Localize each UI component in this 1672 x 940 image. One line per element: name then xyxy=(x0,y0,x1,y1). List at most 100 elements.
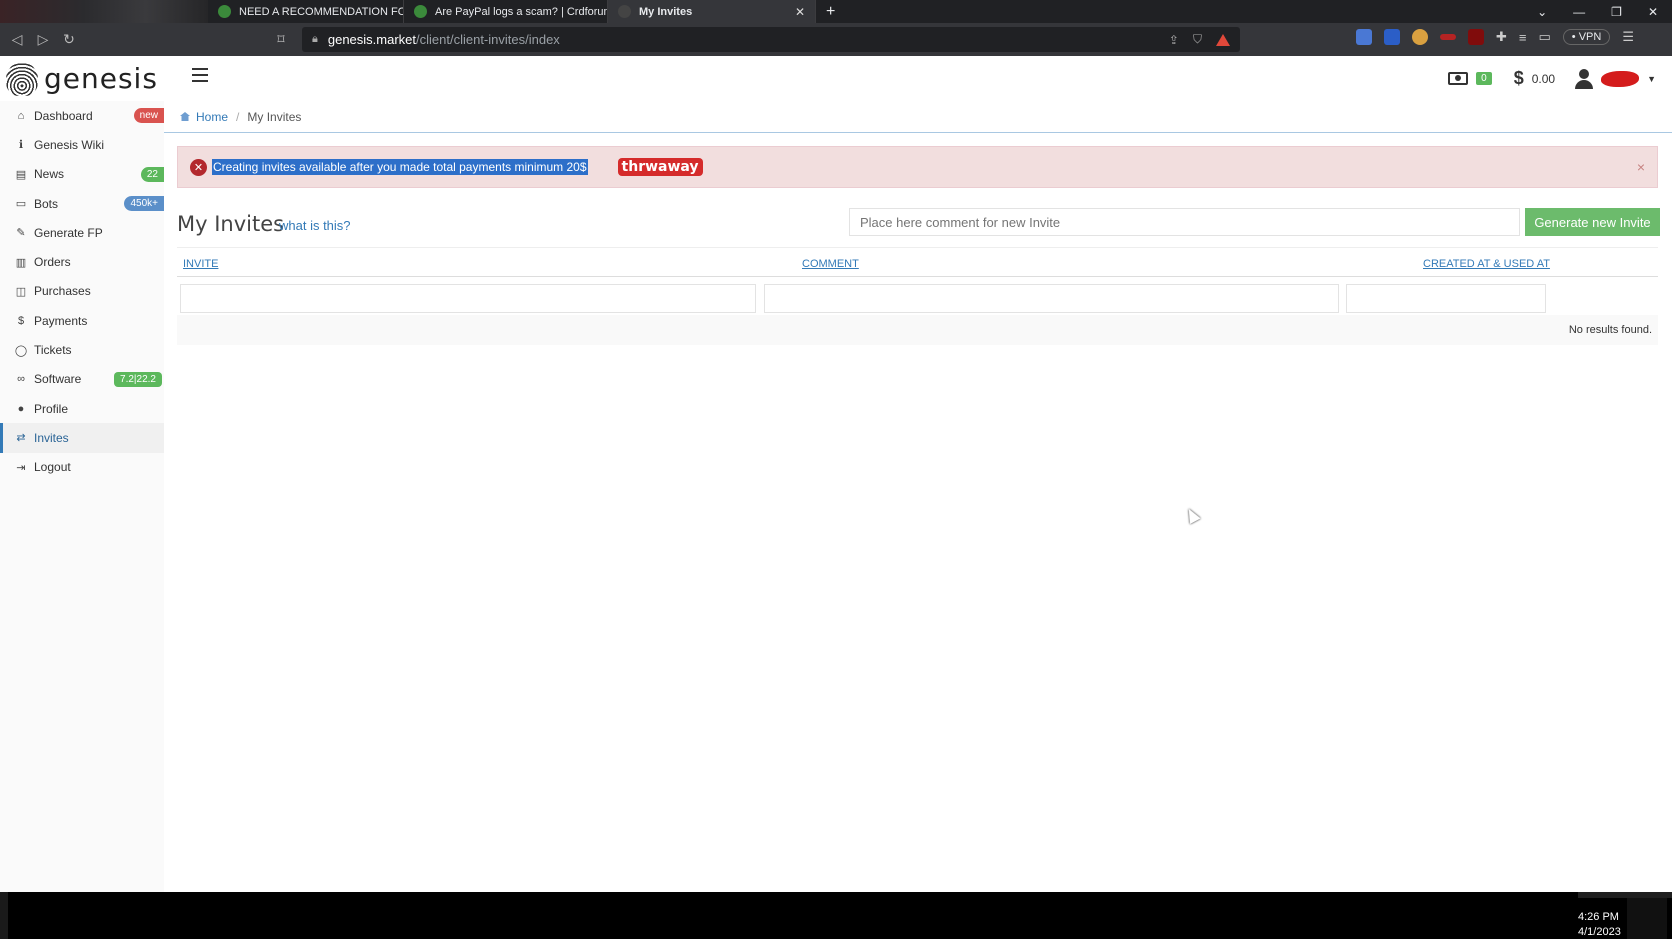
new-tab-button[interactable]: + xyxy=(816,3,845,21)
invites-grid: INVITE COMMENT CREATED AT & USED AT No r… xyxy=(177,247,1658,345)
sidebar-item-logout[interactable]: ⇥ Logout xyxy=(0,453,164,482)
vpn-button[interactable]: • VPN xyxy=(1562,29,1611,45)
magic-wand-icon: ✎ xyxy=(16,227,26,240)
sidebar-item-generate-fp[interactable]: ✎ Generate FP xyxy=(0,218,164,247)
grid-filter-row xyxy=(177,277,1658,315)
tab-title: Are PayPal logs a scam? | Crdforum | # xyxy=(435,5,607,18)
sidebar-item-orders[interactable]: ▥ Orders xyxy=(0,247,164,276)
breadcrumb-home[interactable]: Home xyxy=(180,110,228,124)
newspaper-icon: ▤ xyxy=(15,168,27,181)
sidebar-item-wiki[interactable]: ℹ Genesis Wiki xyxy=(0,130,164,159)
sidebar-item-label: Orders xyxy=(34,255,71,270)
browser-tab-1[interactable]: Are PayPal logs a scam? | Crdforum | # xyxy=(404,0,608,23)
invite-filter-input[interactable] xyxy=(180,284,756,313)
main-content: Home / My Invites ✕ Creating invites ava… xyxy=(164,101,1672,892)
what-is-this-link[interactable]: what is this? xyxy=(279,218,351,233)
browser-tab-bar: NEED A RECOMMENDATION FOR A S| Are PayPa… xyxy=(0,0,1672,23)
user-icon[interactable] xyxy=(1575,68,1594,89)
system-clock[interactable]: 4:26 PM 4/1/2023 xyxy=(1578,910,1621,940)
sidebar: ⌂ Dashboard new ℹ Genesis Wiki ▤ News 22… xyxy=(0,101,164,892)
bitwarden-extension-icon[interactable] xyxy=(1384,29,1400,45)
ublock-extension-icon[interactable] xyxy=(1468,29,1484,45)
clock-time: 4:26 PM xyxy=(1578,911,1619,923)
cash-count-badge: 0 xyxy=(1476,72,1492,85)
share-icon[interactable]: ⇪ xyxy=(1169,33,1179,47)
sidebar-toggle-icon[interactable] xyxy=(192,68,208,86)
close-tab-icon[interactable]: ✕ xyxy=(785,5,805,19)
window-controls: ⌄ — ❐ ✕ xyxy=(1537,5,1672,19)
generate-invite-button[interactable]: Generate new Invite xyxy=(1525,208,1660,236)
watermark-tag: thrwaway xyxy=(617,158,703,176)
minimize-icon[interactable]: — xyxy=(1573,5,1585,19)
restore-icon[interactable]: ❐ xyxy=(1611,5,1622,19)
translate-extension-icon[interactable] xyxy=(1356,29,1372,45)
redacted-extension-icon[interactable] xyxy=(1440,34,1456,40)
puzzle-icon[interactable]: ✚ xyxy=(1496,29,1507,45)
created-filter-input[interactable] xyxy=(1346,284,1546,313)
user-icon: ● xyxy=(17,402,25,415)
tab-title: NEED A RECOMMENDATION FOR A S| xyxy=(239,5,403,18)
title-row: My Invites what is this? Generate new In… xyxy=(177,208,1660,238)
alert-close-button[interactable]: × xyxy=(1637,159,1645,175)
sidebar-item-profile[interactable]: ● Profile xyxy=(0,394,164,423)
sidebar-item-payments[interactable]: $ Payments xyxy=(0,306,164,335)
url-bar[interactable]: 🔒︎ genesis.market/client/client-invites/… xyxy=(302,27,1240,52)
sidebar-item-dashboard[interactable]: ⌂ Dashboard new xyxy=(0,101,164,130)
empty-results: No results found. xyxy=(177,315,1658,345)
alert-message: Creating invites available after you mad… xyxy=(212,159,588,175)
site-favicon-icon xyxy=(218,5,231,18)
tab-title: My Invites xyxy=(639,5,693,18)
sidebar-item-label: Genesis Wiki xyxy=(34,137,105,152)
column-invite-sort[interactable]: INVITE xyxy=(183,258,218,270)
balance-value[interactable]: 0.00 xyxy=(1532,72,1555,86)
header-account-area: 0 $ 0.00 ▼ xyxy=(1448,68,1656,89)
comment-filter-input[interactable] xyxy=(764,284,1339,313)
sidebar-item-software[interactable]: ∞ Software 7.2|22.2 xyxy=(0,365,164,394)
column-comment-sort[interactable]: COMMENT xyxy=(802,258,859,270)
reload-icon[interactable]: ↻ xyxy=(56,31,82,48)
sidebar-item-news[interactable]: ▤ News 22 xyxy=(0,160,164,189)
brave-rewards-icon[interactable] xyxy=(1216,33,1230,46)
error-icon: ✕ xyxy=(190,158,207,176)
breadcrumb-current: My Invites xyxy=(247,109,302,124)
cash-icon[interactable] xyxy=(1448,72,1469,85)
sidebar-item-purchases[interactable]: ◫ Purchases xyxy=(0,277,164,306)
dollar-icon: $ xyxy=(1513,68,1524,88)
chevron-down-icon[interactable]: ▼ xyxy=(1647,74,1656,84)
cookie-extension-icon[interactable] xyxy=(1412,29,1428,45)
show-desktop-button[interactable] xyxy=(1627,898,1667,939)
menu-icon[interactable]: ☰ xyxy=(1622,29,1634,45)
browser-tab-0[interactable]: NEED A RECOMMENDATION FOR A S| xyxy=(208,0,404,23)
sidebar-item-label: Logout xyxy=(34,460,71,475)
url-host: genesis.market xyxy=(327,32,417,47)
mask-icon: ∞ xyxy=(17,373,25,386)
tab-search-icon[interactable]: ⌄ xyxy=(1537,5,1547,19)
forward-icon[interactable]: ▷ xyxy=(30,31,56,48)
site-logo[interactable]: genesis xyxy=(6,61,158,96)
breadcrumb-home-label: Home xyxy=(196,109,229,124)
brave-shield-icon[interactable]: ⛉ xyxy=(1193,32,1202,47)
sidebar-item-bots[interactable]: ▭ Bots 450k+ xyxy=(0,189,164,218)
sidebar-item-label: Tickets xyxy=(34,343,72,358)
taskbar-edge xyxy=(0,892,8,939)
close-window-icon[interactable]: ✕ xyxy=(1648,5,1658,19)
redacted-username[interactable] xyxy=(1601,70,1640,87)
invite-comment-input[interactable] xyxy=(849,208,1520,236)
sidebar-item-tickets[interactable]: ◯ Tickets xyxy=(0,335,164,364)
bots-count-badge: 450k+ xyxy=(124,196,164,212)
sign-out-icon: ⇥ xyxy=(16,461,26,474)
wallet-icon[interactable]: ▭ xyxy=(1539,29,1551,45)
home-icon xyxy=(180,112,190,121)
sidebar-item-label: Purchases xyxy=(34,284,91,299)
browser-tab-active[interactable]: My Invites ✕ xyxy=(608,0,816,23)
logo-text: genesis xyxy=(44,62,158,95)
sidebar-item-invites[interactable]: ⇄ Invites xyxy=(0,423,164,453)
web-page: genesis 0 $ 0.00 ▼ ⌂ Dashboard new ℹ Gen… xyxy=(0,56,1672,892)
column-created-sort[interactable]: CREATED AT & USED AT xyxy=(1423,258,1550,270)
new-badge: new xyxy=(133,108,164,124)
bookmark-icon[interactable]: ⌑ xyxy=(268,31,294,48)
site-favicon-icon xyxy=(414,5,427,18)
browser-toolbar: ◁ ▷ ↻ ⌑ 🔒︎ genesis.market/client/client-… xyxy=(0,23,1672,56)
back-icon[interactable]: ◁ xyxy=(4,31,30,48)
playlist-icon[interactable]: ≡ xyxy=(1519,30,1527,45)
